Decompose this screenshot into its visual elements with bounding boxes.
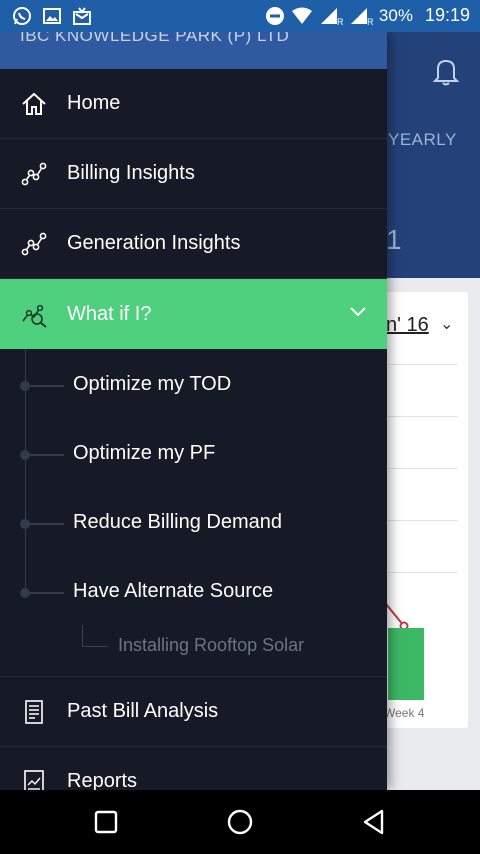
nav-item-what-if[interactable]: What if I?: [0, 279, 387, 349]
inbox-icon: [73, 7, 91, 25]
tree-elbow: [82, 625, 108, 647]
grid-line: [388, 572, 458, 573]
background-bracket: 1: [386, 224, 402, 255]
nav-item-label: Home: [67, 92, 121, 114]
tree-node-icon: [20, 381, 30, 391]
sub-item-alternate-source[interactable]: Have Alternate Source: [0, 556, 387, 625]
gallery-icon: [43, 8, 61, 24]
tree-node-icon: [20, 450, 30, 460]
sub-item-optimize-pf[interactable]: Optimize my PF: [0, 418, 387, 487]
graph-nodes-icon: [21, 162, 47, 185]
chart-line: [386, 603, 409, 631]
chevron-down-icon[interactable]: ⌄: [440, 314, 453, 334]
home-icon: [22, 92, 46, 115]
notification-bell-icon[interactable]: [432, 56, 460, 86]
nav-item-label: What if I?: [67, 302, 152, 325]
do-not-disturb-icon: [265, 6, 284, 25]
clock: 19:19: [424, 5, 470, 25]
home-circle-icon[interactable]: [227, 809, 253, 835]
battery-level: 30%: [378, 5, 413, 25]
tree-node-icon: [20, 519, 30, 529]
drawer-header: IBC KNOWLEDGE PARK (P) LTD: [0, 32, 387, 69]
back-triangle-icon[interactable]: [362, 809, 386, 835]
sub-item-label: Optimize my TOD: [73, 373, 232, 395]
sub-item-label: Have Alternate Source: [73, 580, 274, 602]
tree-node-icon: [20, 588, 30, 598]
sub-item-label: Optimize my PF: [73, 442, 216, 464]
tree-branch: [30, 523, 64, 525]
nav-item-past-bill-analysis[interactable]: Past Bill Analysis: [0, 677, 387, 747]
svg-text:R: R: [337, 17, 343, 26]
tree-branch: [30, 454, 64, 456]
sub-item-label: Reduce Billing Demand: [73, 511, 283, 533]
nav-item-label: Billing Insights: [67, 162, 195, 184]
status-bar: R R 30% 19:19: [0, 0, 480, 32]
wifi-icon: [291, 7, 312, 24]
nav-item-label: Past Bill Analysis: [67, 700, 219, 722]
grid-line: [388, 468, 458, 469]
chevron-down-icon[interactable]: [349, 305, 367, 317]
nav-item-reports[interactable]: Reports: [0, 747, 387, 790]
nav-item-billing-insights[interactable]: Billing Insights: [0, 139, 387, 209]
grid-line: [388, 364, 458, 365]
sub-item-optimize-tod[interactable]: Optimize my TOD: [0, 349, 387, 418]
sub-sub-item-label: Installing Rooftop Solar: [118, 635, 305, 655]
graph-nodes-icon: [21, 232, 47, 255]
signal-r-icon: R: [320, 7, 343, 26]
nav-item-label: Generation Insights: [67, 232, 241, 254]
nav-item-label: Reports: [67, 770, 138, 790]
company-name: IBC KNOWLEDGE PARK (P) LTD: [20, 32, 290, 45]
chart-bar: [388, 628, 424, 700]
signal-r-icon: R: [350, 7, 373, 26]
report-chart-icon: [24, 769, 44, 790]
whatif-chart-icon: [22, 304, 47, 328]
nav-item-home[interactable]: Home: [0, 69, 387, 139]
tree-branch: [30, 592, 64, 594]
bill-document-icon: [25, 699, 43, 724]
tree-branch: [30, 385, 64, 387]
navigation-drawer: IBC KNOWLEDGE PARK (P) LTD Home Billing …: [0, 32, 387, 790]
week-label: Week 4: [384, 706, 425, 720]
system-nav-bar: [0, 790, 480, 854]
grid-line: [388, 416, 458, 417]
sub-sub-item-rooftop-solar[interactable]: Installing Rooftop Solar: [0, 625, 387, 677]
tab-yearly[interactable]: YEARLY: [388, 130, 457, 150]
sub-item-reduce-billing-demand[interactable]: Reduce Billing Demand: [0, 487, 387, 556]
whatsapp-icon: [13, 7, 31, 25]
recent-apps-icon[interactable]: [94, 810, 118, 834]
grid-line: [388, 520, 458, 521]
month-selector[interactable]: n' 16: [386, 314, 429, 337]
nav-item-generation-insights[interactable]: Generation Insights: [0, 209, 387, 279]
svg-text:R: R: [367, 17, 373, 26]
